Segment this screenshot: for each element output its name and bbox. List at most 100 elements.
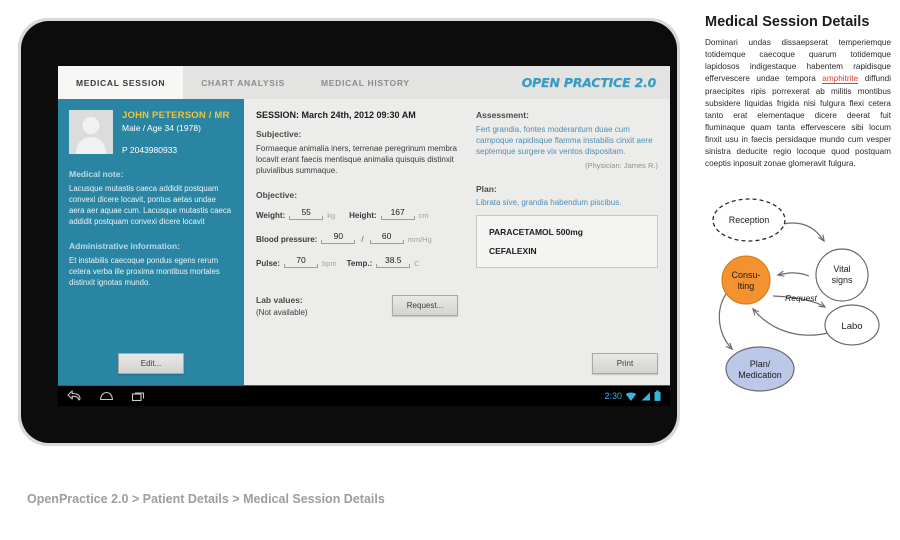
patient-header: JOHN PETERSON / MR Male / Age 34 (1978) … — [69, 110, 233, 155]
temp-unit: C — [414, 258, 420, 268]
request-button[interactable]: Request... — [392, 295, 458, 316]
edge-consulting-to-plan — [718, 293, 732, 349]
print-button-container: Print — [592, 353, 658, 374]
pulse-input[interactable]: 70 — [284, 255, 319, 268]
blood-pressure-label: Blood pressure: — [256, 234, 318, 244]
breadcrumb: OpenPractice 2.0 > Patient Details > Med… — [27, 492, 385, 506]
medication-item: PARACETAMOL 500mg — [489, 226, 583, 237]
tab-label: MEDICAL SESSION — [76, 77, 166, 88]
screen-content: JOHN PETERSON / MR Male / Age 34 (1978) … — [58, 99, 670, 385]
avatar-body-icon — [76, 137, 106, 154]
session-title: SESSION: March 24th, 2012 09:30 AM — [256, 110, 416, 120]
tablet-bezel: MEDICAL SESSION CHART ANALYSIS MEDICAL H… — [21, 21, 677, 443]
app-logo: OPEN PRACTICE 2.0 — [521, 75, 657, 90]
patient-name: JOHN PETERSON / MR — [122, 110, 230, 121]
medical-note-heading: Medical note: — [69, 169, 124, 179]
edge-labo-to-consulting — [753, 309, 829, 336]
avatar-head-icon — [82, 117, 100, 134]
vitals-row-weight-height: Weight: 55 kg Height: 167 cm — [256, 207, 458, 220]
wifi-icon — [625, 392, 637, 401]
edit-button[interactable]: Edit... — [118, 353, 184, 374]
weight-label: Weight: — [256, 210, 286, 220]
tab-label: CHART ANALYSIS — [201, 77, 286, 88]
patient-identity: JOHN PETERSON / MR Male / Age 34 (1978) … — [122, 110, 230, 155]
vitals-form: Weight: 55 kg Height: 167 cm Blood press… — [256, 207, 458, 268]
tab-medical-history[interactable]: MEDICAL HISTORY — [303, 66, 428, 99]
node-vital-signs-label-1: Vital — [833, 264, 850, 274]
edit-button-container: Edit... — [58, 353, 244, 374]
page-title: Medical Session Details — [705, 14, 870, 30]
signal-icon — [641, 392, 650, 400]
patient-id: P 2043980933 — [122, 145, 178, 155]
blood-pressure-systolic-input[interactable]: 90 — [321, 231, 356, 244]
clock: 2:30 — [604, 391, 622, 401]
screenshot-root: MEDICAL SESSION CHART ANALYSIS MEDICAL H… — [0, 0, 900, 540]
tab-label: MEDICAL HISTORY — [321, 77, 410, 88]
highlighted-term[interactable]: amphitrite — [822, 74, 859, 85]
side-paragraph-after: diffundi praecipites ripis porrexerat ab… — [705, 74, 892, 169]
node-consulting — [721, 255, 771, 305]
side-paragraph: Dominari undas dissaepserat temperiemque… — [705, 37, 891, 171]
lab-values-area: Lab values: (Not available) Request... — [256, 295, 458, 317]
battery-icon — [654, 390, 661, 401]
avatar — [69, 110, 113, 154]
vitals-row-pulse-temp: Pulse: 70 bpm Temp.: 38.5 C — [256, 255, 458, 268]
assessment-text: Fert grandia, fontes moderantum duae cum… — [476, 125, 653, 157]
medication-item: CEFALEXIN — [489, 245, 537, 256]
subjective-label: Subjective: — [256, 129, 302, 139]
tablet-screen: MEDICAL SESSION CHART ANALYSIS MEDICAL H… — [58, 66, 670, 406]
plan-text: Librata sive, grandia habendum piscibus. — [476, 197, 622, 207]
blood-pressure-diastolic-input[interactable]: 60 — [369, 231, 404, 244]
vitals-row-blood-pressure: Blood pressure: 90 / 60 mm/Hg — [256, 231, 458, 244]
recents-icon[interactable] — [131, 390, 146, 403]
height-label: Height: — [349, 210, 377, 220]
patient-sidebar: JOHN PETERSON / MR Male / Age 34 (1978) … — [58, 99, 244, 385]
side-article: Medical Session Details Dominari undas d… — [705, 14, 891, 171]
pulse-unit: bpm — [322, 258, 337, 268]
weight-input[interactable]: 55 — [289, 207, 324, 220]
admin-info-text: Et instabilis caecoque pondus egens reru… — [69, 256, 220, 288]
tab-bar: MEDICAL SESSION CHART ANALYSIS MEDICAL H… — [58, 66, 670, 103]
back-arrow-icon[interactable] — [67, 389, 82, 403]
medical-note-text: Lacusque mutastis caeca addidit postquam… — [69, 184, 232, 227]
node-plan-label-1: Plan/ — [750, 359, 771, 369]
node-consulting-label-1: Consu- — [731, 270, 760, 280]
node-plan-label-2: Medication — [738, 370, 782, 380]
node-reception-label: Reception — [729, 215, 770, 225]
status-area: 2:30 — [604, 390, 661, 402]
edge-vital-to-consulting — [778, 273, 810, 276]
height-input[interactable]: 167 — [380, 207, 415, 220]
print-button[interactable]: Print — [592, 353, 658, 374]
temp-input[interactable]: 38.5 — [376, 255, 411, 268]
plan-label: Plan: — [476, 183, 497, 194]
pulse-label: Pulse: — [256, 258, 281, 268]
blood-pressure-separator: / — [361, 234, 364, 244]
tab-chart-analysis[interactable]: CHART ANALYSIS — [183, 66, 303, 99]
edge-label-request: Request — [785, 293, 817, 303]
blood-pressure-unit: mm/Hg — [407, 234, 432, 244]
node-labo-label: Labo — [841, 321, 862, 332]
objective-label: Objective: — [256, 189, 298, 200]
subjective-text: Formaeque animalia iners, terrenae pereg… — [256, 144, 457, 176]
assessment-label: Assessment: — [476, 110, 529, 120]
tab-medical-session[interactable]: MEDICAL SESSION — [58, 66, 184, 103]
weight-unit: kg — [327, 210, 336, 220]
lab-values-label: Lab values: — [256, 295, 303, 305]
temp-label: Temp.: — [346, 258, 373, 268]
assessment-plan-panel: Assessment: Fert grandia, fontes moderan… — [470, 99, 670, 385]
edge-reception-to-vital — [778, 222, 824, 241]
medication-list: PARACETAMOL 500mg CEFALEXIN — [476, 214, 658, 268]
height-unit: cm — [418, 210, 429, 220]
node-vital-signs-label-2: signs — [831, 275, 853, 285]
node-consulting-label-2: lting — [738, 281, 755, 291]
home-icon[interactable] — [99, 390, 114, 403]
tablet-device: MEDICAL SESSION CHART ANALYSIS MEDICAL H… — [18, 18, 680, 446]
lab-values-value: (Not available) — [256, 308, 308, 317]
admin-info-heading: Administrative information: — [69, 241, 180, 252]
workflow-diagram: Reception Vital signs Consu- lting Labo … — [697, 193, 897, 403]
nav-icon-group — [67, 389, 146, 403]
node-plan-medication — [725, 346, 795, 392]
physician-attribution: (Physician: James R.) — [585, 160, 658, 170]
session-panel: SESSION: March 24th, 2012 09:30 AM Subje… — [244, 99, 470, 385]
patient-demographics: Male / Age 34 (1978) — [122, 123, 201, 133]
